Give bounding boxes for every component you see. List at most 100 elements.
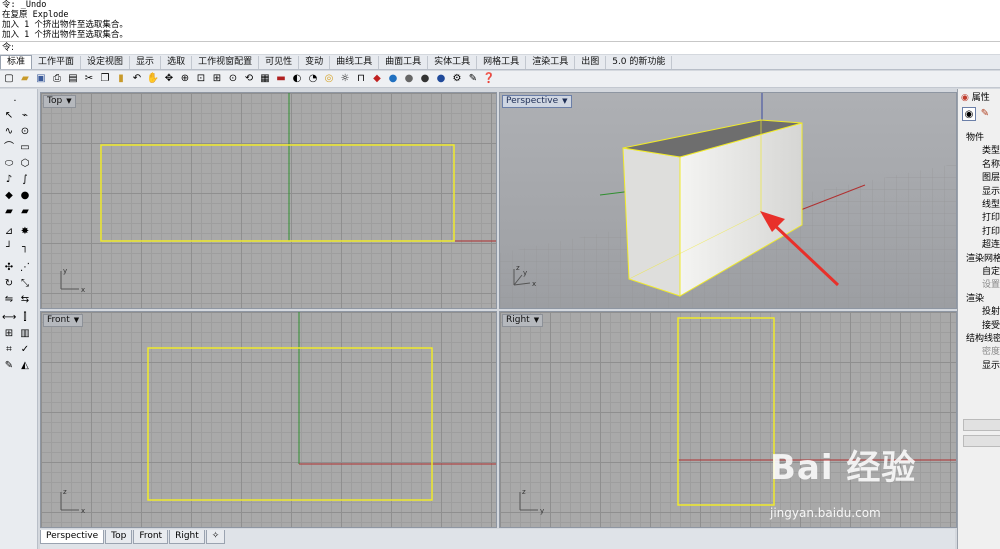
copy-icon[interactable]: ❐: [98, 72, 112, 86]
chevron-down-icon[interactable]: ▼: [562, 97, 567, 105]
tab-new-in-v5[interactable]: 5.0 的新功能: [606, 56, 673, 69]
undo-icon[interactable]: ↶: [130, 72, 144, 86]
analyze-icon[interactable]: ⌗: [2, 343, 16, 357]
property-row[interactable]: 设置: [982, 279, 1000, 291]
undo-view-icon[interactable]: ⟲: [242, 72, 256, 86]
point-icon[interactable]: ·: [8, 95, 22, 109]
polyline-icon[interactable]: ⌁: [18, 109, 32, 123]
selected-box-outline[interactable]: [147, 347, 433, 501]
viewport-perspective-title[interactable]: Perspective ▼: [502, 95, 572, 108]
save-icon[interactable]: ▣: [34, 72, 48, 86]
tab-standard[interactable]: 标准: [0, 55, 33, 69]
property-row[interactable]: 密度: [982, 346, 1000, 358]
property-row[interactable]: 投射: [982, 306, 1000, 318]
rainbow-icon[interactable]: ●: [386, 72, 400, 86]
tab-set-view[interactable]: 设定视图: [81, 56, 131, 69]
properties-icon[interactable]: ▤: [66, 72, 80, 86]
move-icon[interactable]: ✣: [2, 261, 16, 275]
rendered-sphere-icon[interactable]: ●: [402, 72, 416, 86]
explode-icon[interactable]: ✸: [18, 225, 32, 239]
render-settings-icon[interactable]: ◭: [18, 359, 32, 373]
tab-solid-tools[interactable]: 实体工具: [428, 56, 478, 69]
zoom-window-icon[interactable]: ⊡: [194, 72, 208, 86]
mesh-icon[interactable]: ▰: [18, 205, 32, 219]
check-icon[interactable]: ✓: [18, 343, 32, 357]
scale-icon[interactable]: ⤡: [18, 277, 32, 291]
viewtab-perspective[interactable]: Perspective: [40, 530, 105, 544]
circle-icon[interactable]: ⊙: [18, 125, 32, 139]
rotate-view-icon[interactable]: ✥: [162, 72, 176, 86]
light-icon[interactable]: ☼: [338, 72, 352, 86]
property-row[interactable]: 线型: [982, 199, 1000, 211]
property-row[interactable]: 打印: [982, 212, 1000, 224]
zoom-selected-icon[interactable]: ⊙: [226, 72, 240, 86]
four-viewports-icon[interactable]: ▦: [258, 72, 272, 86]
polygon-icon[interactable]: ⬡: [18, 157, 32, 171]
tools-icon[interactable]: ✎: [466, 72, 480, 86]
grid-snap-icon[interactable]: ⊞: [2, 327, 16, 341]
align-icon[interactable]: ⇆: [18, 293, 32, 307]
select-arrow-icon[interactable]: ↖: [2, 109, 16, 123]
selected-box-outline[interactable]: [100, 144, 455, 242]
tab-viewport-layout[interactable]: 工作视窗配置: [192, 56, 260, 69]
viewport-front[interactable]: Front ▼ x z: [40, 311, 497, 528]
tab-curve-tools[interactable]: 曲线工具: [330, 56, 380, 69]
trim-icon[interactable]: ⊿: [2, 225, 16, 239]
surface-icon[interactable]: ◆: [2, 189, 16, 203]
render-icon[interactable]: ●: [434, 72, 448, 86]
viewtab-right[interactable]: Right: [169, 530, 205, 544]
properties-header[interactable]: ◉ 属性: [961, 92, 990, 104]
layers-icon[interactable]: ▥: [18, 327, 32, 341]
arc-icon[interactable]: ⌒: [2, 141, 16, 155]
tab-transform[interactable]: 变动: [299, 56, 331, 69]
new-file-icon[interactable]: ▢: [2, 72, 16, 86]
tab-cplanes[interactable]: 工作平面: [32, 56, 82, 69]
curve-icon[interactable]: ∿: [2, 125, 16, 139]
tab-visibility[interactable]: 可见性: [259, 56, 300, 69]
box-side-face[interactable]: [622, 147, 681, 297]
zoom-extents-icon[interactable]: ⊞: [210, 72, 224, 86]
object-properties-tab-icon[interactable]: ◉: [962, 107, 976, 121]
tab-select[interactable]: 选取: [161, 56, 193, 69]
freeform-icon[interactable]: ♪: [2, 173, 16, 187]
lock-icon[interactable]: ⊓: [354, 72, 368, 86]
color-icon[interactable]: ◆: [370, 72, 384, 86]
tab-display[interactable]: 显示: [130, 56, 162, 69]
select-icon[interactable]: ◔: [306, 72, 320, 86]
tab-render-tools[interactable]: 渲染工具: [526, 56, 576, 69]
property-row[interactable]: 图层: [982, 172, 1000, 184]
tab-surface-tools[interactable]: 曲面工具: [379, 56, 429, 69]
selected-box-outline[interactable]: [677, 317, 775, 506]
viewtab-top[interactable]: Top: [105, 530, 133, 544]
match-button[interactable]: [963, 419, 1000, 431]
details-button[interactable]: [963, 435, 1000, 447]
array-icon[interactable]: ⋰: [18, 261, 32, 275]
viewtab-front[interactable]: Front: [133, 530, 169, 544]
cut-icon[interactable]: ✂: [82, 72, 96, 86]
property-row[interactable]: 自定: [982, 266, 1000, 278]
viewport-perspective[interactable]: x y z Perspective ▼: [499, 92, 957, 309]
car-icon[interactable]: ▬: [274, 72, 288, 86]
property-row[interactable]: 类型: [982, 145, 1000, 157]
join-icon[interactable]: ┘: [2, 241, 16, 255]
viewport-right[interactable]: Right ▼ y z: [499, 311, 957, 528]
options-icon[interactable]: ⚙: [450, 72, 464, 86]
open-folder-icon[interactable]: ▰: [18, 72, 32, 86]
tab-drafting[interactable]: 出图: [575, 56, 607, 69]
zoom-icon[interactable]: ⊕: [178, 72, 192, 86]
brush-icon[interactable]: ✎: [2, 359, 16, 373]
tab-mesh-tools[interactable]: 网格工具: [477, 56, 527, 69]
box-icon[interactable]: ▰: [2, 205, 16, 219]
rotate-icon[interactable]: ↻: [2, 277, 16, 291]
print-icon[interactable]: ⎙: [50, 72, 64, 86]
spiral-icon[interactable]: ∫: [18, 173, 32, 187]
add-viewtab-button[interactable]: ✧: [205, 530, 226, 544]
rectangle-icon[interactable]: ▭: [18, 141, 32, 155]
property-row[interactable]: 显示: [982, 360, 1000, 372]
material-tab-icon[interactable]: ✎: [978, 107, 992, 121]
property-row[interactable]: 名称: [982, 159, 1000, 171]
ellipse-icon[interactable]: ⬭: [2, 157, 16, 171]
viewport-top[interactable]: Top ▼ x y: [40, 92, 497, 309]
help-icon[interactable]: ❓: [482, 72, 496, 86]
sphere-icon[interactable]: ●: [18, 189, 32, 203]
